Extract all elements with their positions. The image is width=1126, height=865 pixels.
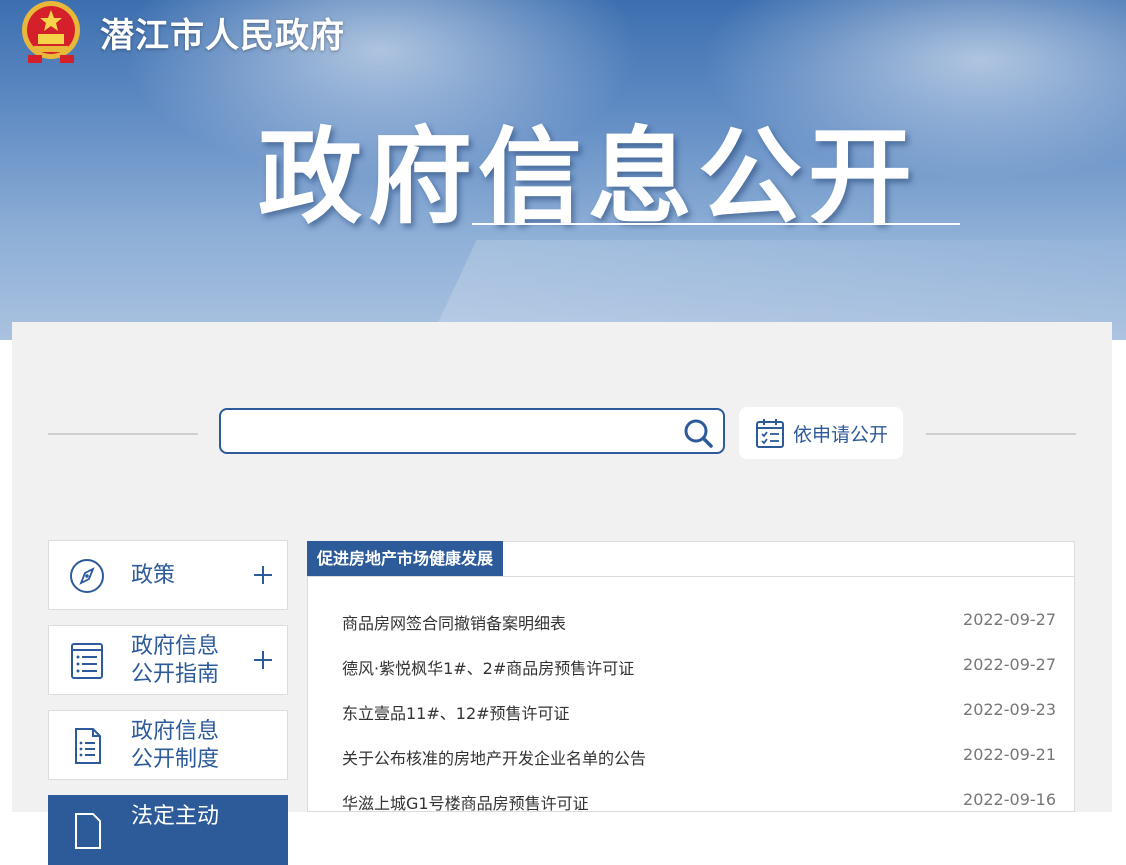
document-icon [75,728,101,764]
banner-heading: 政府信息公开 [258,116,919,238]
list-item[interactable]: 东立壹品11#、12#预售许可证 2022-09-23 [342,696,1056,726]
sidebar-item-label-line2: 公开指南 [131,662,220,687]
list-document-icon [71,643,103,679]
sidebar-item-label-line1: 法定主动 [131,804,220,829]
document-icon [75,813,101,849]
divider-right [926,433,1076,435]
sidebar-item-disclosure-system[interactable]: 政府信息 公开制度 [48,710,288,780]
site-title[interactable]: 潜江市人民政府 [100,8,345,57]
content-divider [308,576,1074,577]
list-item-date: 2022-09-23 [963,700,1056,719]
plus-icon[interactable] [253,565,273,585]
calendar-checklist-icon [756,419,784,448]
header-banner: 潜江市人民政府 政府信息公开 [0,0,1126,340]
sidebar-item-label: 政策 [131,563,176,588]
sidebar-item-label-line1: 政府信息 [131,719,220,744]
list-item[interactable]: 商品房网签合同撤销备案明细表 2022-09-27 [342,606,1056,636]
plus-icon[interactable] [253,650,273,670]
compass-icon [70,559,104,593]
search-button[interactable] [683,418,715,448]
list-item-title[interactable]: 华滋上城G1号楼商品房预售许可证 [342,790,589,814]
content-tab-title[interactable]: 促进房地产市场健康发展 [307,541,504,576]
content-list-panel: 促进房地产市场健康发展 商品房网签合同撤销备案明细表 2022-09-27 德风… [307,541,1075,814]
list-item-date: 2022-09-27 [963,655,1056,674]
sidebar-item-label-line1: 政府信息 [131,634,220,659]
sidebar-item-statutory-disclosure[interactable]: 法定主动 [48,795,288,865]
apply-button-label: 依申请公开 [793,423,889,446]
list-item-date: 2022-09-16 [963,790,1056,809]
sidebar-item-label-line2: 公开制度 [131,747,220,772]
sidebar-item-policy[interactable]: 政策 [48,540,288,610]
list-item[interactable]: 德风·紫悦枫华1#、2#商品房预售许可证 2022-09-27 [342,651,1056,681]
divider-left [48,433,198,435]
list-item-date: 2022-09-21 [963,745,1056,764]
search-input[interactable] [231,416,675,448]
list-item-title[interactable]: 关于公布核准的房地产开发企业名单的公告 [342,745,646,769]
list-item-date: 2022-09-27 [963,610,1056,629]
list-item[interactable]: 关于公布核准的房地产开发企业名单的公告 2022-09-21 [342,741,1056,771]
list-item-title[interactable]: 德风·紫悦枫华1#、2#商品房预售许可证 [342,655,634,679]
heading-underline [472,223,960,225]
search-box [219,408,725,454]
list-item-title[interactable]: 商品房网签合同撤销备案明细表 [342,610,566,634]
apply-disclosure-button[interactable]: 依申请公开 [739,407,903,459]
list-item-title[interactable]: 东立壹品11#、12#预售许可证 [342,700,570,724]
search-icon [684,419,713,448]
national-emblem-icon [22,1,80,63]
sidebar-item-disclosure-guide[interactable]: 政府信息 公开指南 [48,625,288,695]
